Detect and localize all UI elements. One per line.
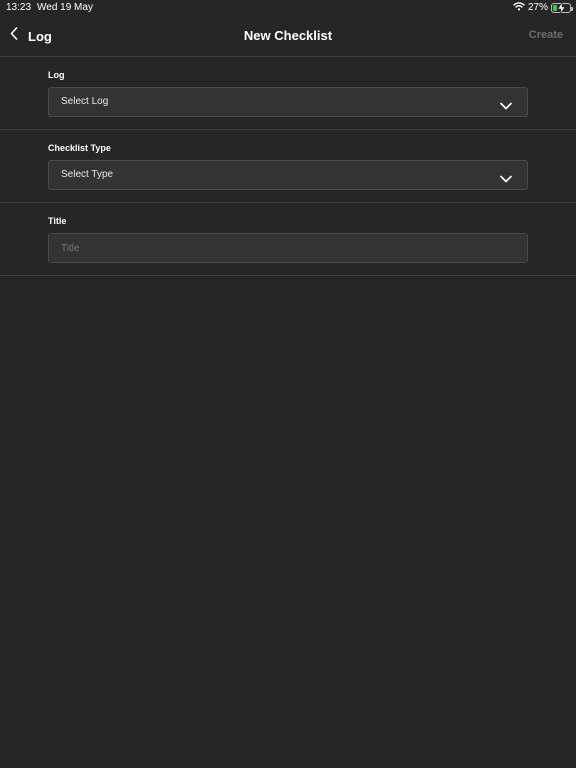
checklist-type-select[interactable]: Select Type (48, 160, 528, 190)
battery-icon (551, 1, 573, 14)
page-title: New Checklist (243, 28, 333, 43)
title-section: Title (0, 203, 576, 276)
status-indicators: 27% (513, 1, 573, 14)
battery-nub (571, 6, 573, 11)
charging-bolt-icon (557, 1, 566, 14)
log-label: Log (48, 70, 65, 80)
log-select-value: Select Log (61, 96, 109, 107)
wifi-icon (513, 1, 525, 14)
title-label: Title (48, 216, 67, 226)
log-section: Log Select Log (0, 57, 576, 130)
title-field-wrapper (48, 233, 528, 263)
checklist-type-section: Checklist Type Select Type (0, 130, 576, 203)
battery-percent: 27% (527, 2, 548, 13)
chevron-down-icon (500, 97, 512, 115)
log-select[interactable]: Select Log (48, 87, 528, 117)
chevron-down-icon (500, 170, 512, 188)
create-button[interactable]: Create (529, 29, 563, 41)
status-bar: 13:23 Wed 19 May 27% (0, 0, 576, 16)
checklist-type-label: Checklist Type (48, 143, 111, 153)
status-time: 13:23 (6, 2, 32, 13)
status-date: Wed 19 May (37, 2, 93, 13)
checklist-type-select-value: Select Type (61, 169, 114, 180)
title-input[interactable] (49, 234, 527, 262)
navigation-bar: Log New Checklist Create (0, 16, 576, 57)
